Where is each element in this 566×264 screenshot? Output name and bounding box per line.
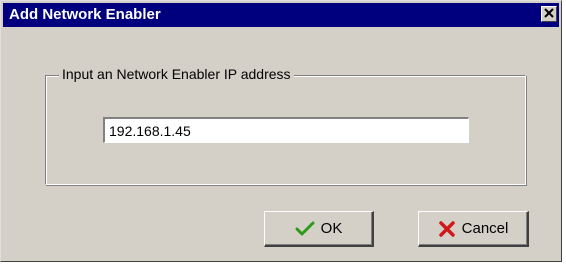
group-label: Input an Network Enabler IP address [59, 66, 294, 82]
red-x-icon [438, 220, 456, 238]
ok-label: OK [320, 220, 343, 237]
close-button[interactable] [541, 6, 557, 22]
add-network-enabler-dialog: Add Network Enabler Input an Network Ena… [0, 0, 562, 262]
ok-button[interactable]: OK [264, 211, 374, 247]
close-icon [544, 5, 554, 23]
title-bar[interactable]: Add Network Enabler [3, 3, 559, 27]
cancel-label: Cancel [461, 220, 509, 237]
checkmark-icon [295, 221, 315, 237]
window-title: Add Network Enabler [9, 6, 161, 23]
ip-address-input[interactable] [103, 117, 469, 143]
cancel-button[interactable]: Cancel [418, 211, 529, 247]
